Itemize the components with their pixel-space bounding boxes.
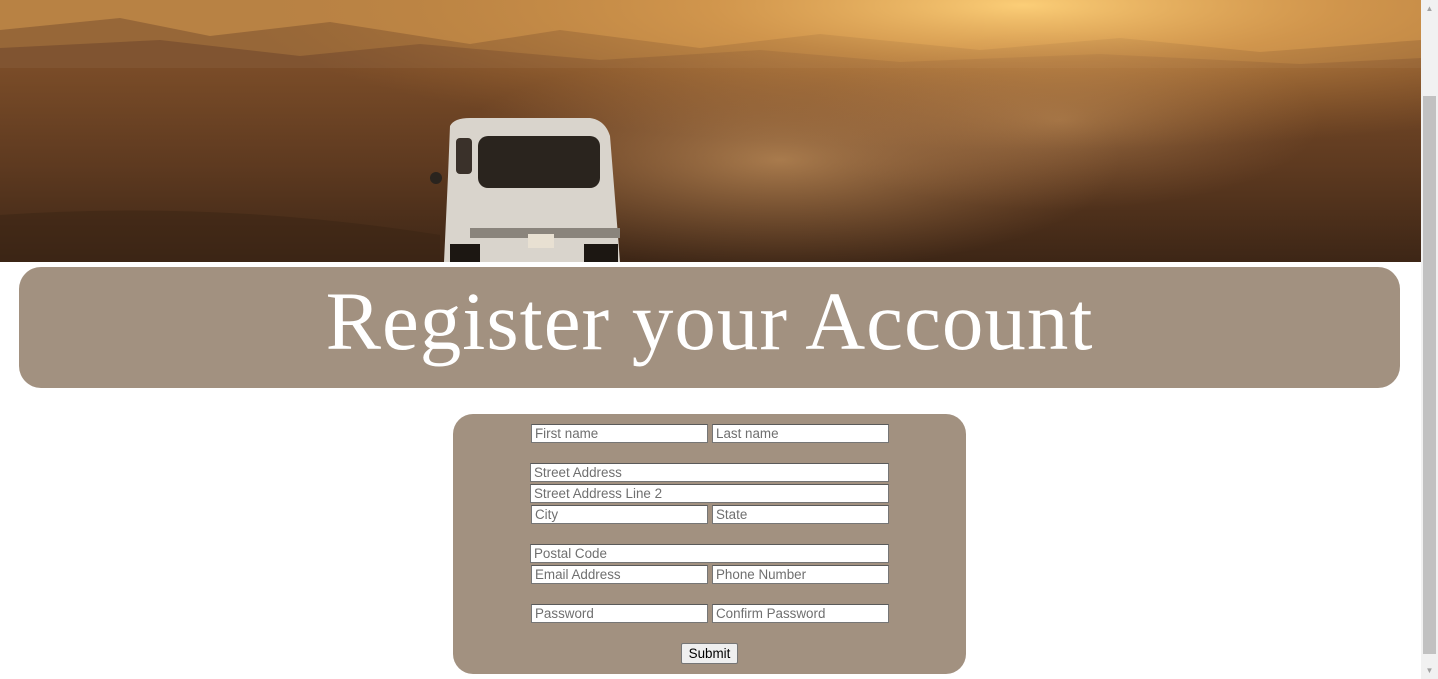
street-address-input[interactable] bbox=[530, 463, 889, 482]
vertical-scrollbar[interactable]: ▲ ▼ bbox=[1421, 0, 1438, 679]
scroll-down-arrow-icon[interactable]: ▼ bbox=[1421, 662, 1438, 679]
title-banner: Register your Account bbox=[19, 267, 1400, 388]
first-name-input[interactable] bbox=[531, 424, 708, 443]
page-title: Register your Account bbox=[325, 275, 1094, 367]
confirm-password-input[interactable] bbox=[712, 604, 889, 623]
hero-image bbox=[0, 0, 1421, 262]
email-input[interactable] bbox=[531, 565, 708, 584]
state-input[interactable] bbox=[712, 505, 889, 524]
postal-code-input[interactable] bbox=[530, 544, 889, 563]
street-address-line2-input[interactable] bbox=[530, 484, 889, 503]
phone-input[interactable] bbox=[712, 565, 889, 584]
last-name-input[interactable] bbox=[712, 424, 889, 443]
registration-form: Submit bbox=[453, 414, 966, 674]
van bbox=[430, 118, 620, 262]
desert-van-illustration bbox=[0, 0, 1421, 262]
password-input[interactable] bbox=[531, 604, 708, 623]
scroll-up-arrow-icon[interactable]: ▲ bbox=[1421, 0, 1438, 17]
scrollbar-thumb[interactable] bbox=[1423, 96, 1436, 654]
city-input[interactable] bbox=[531, 505, 708, 524]
submit-button[interactable]: Submit bbox=[681, 643, 738, 664]
